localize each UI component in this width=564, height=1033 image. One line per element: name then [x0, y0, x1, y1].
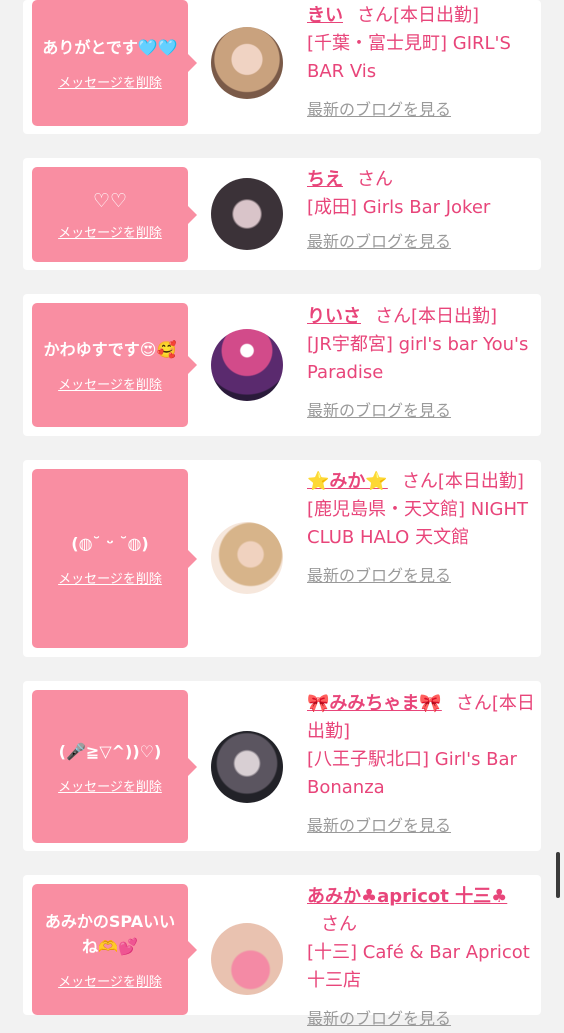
cast-name-link[interactable]: ちえ — [307, 169, 343, 190]
name-line: 🎀みみちゃま🎀 さん[本日出勤] — [307, 690, 535, 746]
message-text: あみかのSPAいいね🫶💕 — [44, 912, 176, 956]
message-text: かわゆすです😍🥰 — [43, 340, 177, 359]
message-text: ありがとです🩵🩵 — [42, 38, 178, 57]
view-blog-link[interactable]: 最新のブログを見る — [307, 812, 535, 840]
avatar[interactable] — [211, 522, 283, 594]
cast-status: さん[本日出勤] — [401, 471, 524, 492]
message-bubble: (🎤≧▽^))♡) メッセージを削除 — [32, 690, 197, 843]
view-blog-link[interactable]: 最新のブログを見る — [307, 228, 535, 256]
name-line: あみか♣apricot 十三♣ さん — [307, 883, 535, 939]
message-bubble: かわゆすです😍🥰 メッセージを削除 — [32, 303, 197, 427]
delete-message-link[interactable]: メッセージを削除 — [58, 222, 162, 241]
cast-info: 🎀みみちゃま🎀 さん[本日出勤] [八王子駅北口] Girl's Bar Bona… — [307, 690, 535, 840]
message-bubble: あみかのSPAいいね🫶💕 メッセージを削除 — [32, 884, 197, 1015]
cast-name-link[interactable]: きい — [307, 5, 343, 26]
cast-info: りいさ さん[本日出勤] [JR宇都宮] girl's bar You's Par… — [307, 303, 535, 425]
shop-name: [千葉・富士見町] GIRL'S BAR Vis — [307, 33, 511, 82]
view-blog-link[interactable]: 最新のブログを見る — [307, 1005, 535, 1033]
scrollbar[interactable] — [556, 852, 560, 898]
view-blog-link[interactable]: 最新のブログを見る — [307, 562, 535, 590]
cast-status: さん[本日出勤] — [375, 306, 498, 327]
cast-status: さん — [357, 169, 393, 190]
avatar[interactable] — [211, 27, 283, 99]
cast-info: あみか♣apricot 十三♣ さん [十三] Café & Bar Aprico… — [307, 883, 535, 1033]
name-line: ちえ さん — [307, 166, 535, 194]
view-blog-link[interactable]: 最新のブログを見る — [307, 397, 535, 425]
name-line: りいさ さん[本日出勤] — [307, 303, 535, 331]
message-card: あみかのSPAいいね🫶💕 メッセージを削除 あみか♣apricot 十三♣さん … — [23, 875, 541, 1028]
avatar[interactable] — [211, 329, 283, 401]
delete-message-link[interactable]: メッセージを削除 — [58, 776, 162, 795]
cast-info: ちえ さん [成田] Girls Bar Joker 最新のブログを見る — [307, 166, 535, 256]
shop-name: [成田] Girls Bar Joker — [307, 197, 491, 218]
cast-name-link[interactable]: あみか♣apricot 十三♣ — [307, 886, 507, 907]
name-line: きい さん[本日出勤] — [307, 2, 535, 30]
message-card: (◍˘ ᵕ ˘◍) メッセージを削除 ⭐️みか⭐️ さん[本日出勤] [鹿児島県・… — [23, 460, 541, 657]
message-text: ♡♡ — [92, 189, 128, 212]
cast-name-link[interactable]: ⭐️みか⭐️ — [307, 471, 388, 492]
name-line: ⭐️みか⭐️ さん[本日出勤] — [307, 468, 535, 496]
message-card: (🎤≧▽^))♡) メッセージを削除 🎀みみちゃま🎀 さん[本日出勤] [八王子駅… — [23, 681, 541, 851]
delete-message-link[interactable]: メッセージを削除 — [58, 72, 162, 91]
message-bubble: ありがとです🩵🩵 メッセージを削除 — [32, 0, 197, 126]
avatar[interactable] — [211, 731, 283, 803]
shop-name: [鹿児島県・天文館] NIGHT CLUB HALO 天文館 — [307, 499, 529, 548]
message-card: ♡♡ メッセージを削除 ちえ さん [成田] Girls Bar Joker 最新… — [23, 158, 541, 270]
cast-name-link[interactable]: 🎀みみちゃま🎀 — [307, 693, 442, 714]
message-text: (◍˘ ᵕ ˘◍) — [71, 533, 149, 553]
message-text: (🎤≧▽^))♡) — [58, 741, 162, 761]
avatar[interactable] — [211, 923, 283, 995]
message-bubble: (◍˘ ᵕ ˘◍) メッセージを削除 — [32, 469, 197, 648]
delete-message-link[interactable]: メッセージを削除 — [58, 971, 162, 990]
avatar[interactable] — [211, 178, 283, 250]
shop-name: [JR宇都宮] girl's bar You's Paradise — [307, 334, 529, 383]
cast-info: ⭐️みか⭐️ さん[本日出勤] [鹿児島県・天文館] NIGHT CLUB HAL… — [307, 468, 535, 590]
cast-info: きい さん[本日出勤] [千葉・富士見町] GIRL'S BAR Vis 最新のブ… — [307, 2, 535, 124]
view-blog-link[interactable]: 最新のブログを見る — [307, 96, 535, 124]
shop-name: [八王子駅北口] Girl's Bar Bonanza — [307, 749, 517, 798]
delete-message-link[interactable]: メッセージを削除 — [58, 374, 162, 393]
message-card: ありがとです🩵🩵 メッセージを削除 きい さん[本日出勤] [千葉・富士見町] G… — [23, 0, 541, 134]
cast-status: さん[本日出勤] — [357, 5, 480, 26]
message-bubble: ♡♡ メッセージを削除 — [32, 167, 197, 262]
delete-message-link[interactable]: メッセージを削除 — [58, 568, 162, 587]
shop-name: [十三] Café & Bar Apricot 十三店 — [307, 942, 530, 991]
cast-status: さん — [321, 914, 357, 935]
message-card: かわゆすです😍🥰 メッセージを削除 りいさ さん[本日出勤] [JR宇都宮] gi… — [23, 294, 541, 436]
cast-name-link[interactable]: りいさ — [307, 306, 361, 327]
